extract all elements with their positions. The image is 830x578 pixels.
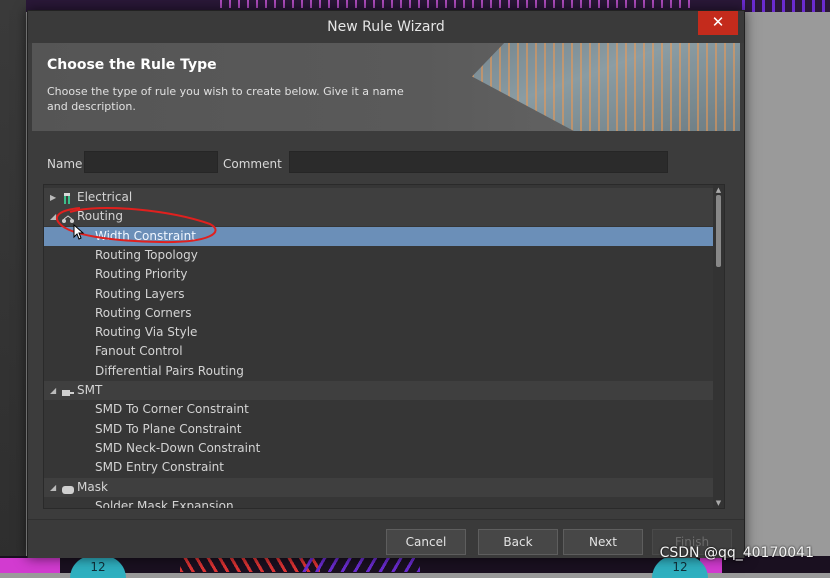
tree-item-routing-layers[interactable]: Routing Layers <box>44 285 713 304</box>
tree-item-label: Fanout Control <box>95 344 183 358</box>
expand-arrow-icon[interactable]: ▶ <box>50 188 56 207</box>
tree-item-routing-corners[interactable]: Routing Corners <box>44 304 713 323</box>
tree-item-label: Differential Pairs Routing <box>95 364 244 378</box>
name-label: Name <box>47 157 83 171</box>
page-heading: Choose the Rule Type <box>47 57 217 73</box>
mouse-cursor-icon <box>73 224 85 240</box>
smt-icon <box>61 385 74 396</box>
collapse-arrow-icon[interactable]: ◢ <box>50 478 56 497</box>
dialog-titlebar: New Rule Wizard ✕ <box>28 11 744 43</box>
name-input[interactable] <box>84 151 218 173</box>
tree-item-label: Routing Corners <box>95 306 192 320</box>
page-description: Choose the type of rule you wish to crea… <box>47 85 404 113</box>
new-rule-wizard-dialog: New Rule Wizard ✕ Choose the Rule Type C… <box>27 10 745 558</box>
tree-item-fanout-control[interactable]: Fanout Control <box>44 342 713 361</box>
tree-item-label: SMD To Plane Constraint <box>95 422 242 436</box>
routing-icon <box>61 211 74 223</box>
pcb-illustration <box>472 43 740 131</box>
tree-category-mask[interactable]: ◢ Mask <box>44 478 713 497</box>
close-icon: ✕ <box>711 13 725 31</box>
tree-item-label: Routing Layers <box>95 287 185 301</box>
tree-item-routing-topology[interactable]: Routing Topology <box>44 246 713 265</box>
tree-item-smd-neck-down-constraint[interactable]: SMD Neck-Down Constraint <box>44 439 713 458</box>
electrical-icon <box>61 192 73 204</box>
tree-item-label: Width Constraint <box>95 229 196 243</box>
tree-item-smd-to-corner-constraint[interactable]: SMD To Corner Constraint <box>44 400 713 419</box>
tree-item-differential-pairs-routing[interactable]: Differential Pairs Routing <box>44 362 713 381</box>
cancel-button[interactable]: Cancel <box>386 529 466 555</box>
tree-item-label: Solder Mask Expansion <box>95 499 234 509</box>
tree-item-label: SMD To Corner Constraint <box>95 402 249 416</box>
next-button[interactable]: Next <box>563 529 643 555</box>
tree-item-smd-entry-constraint[interactable]: SMD Entry Constraint <box>44 458 713 477</box>
tree-item-label: Routing Topology <box>95 248 198 262</box>
tree-item-label: Routing Via Style <box>95 325 198 339</box>
tree-category-smt[interactable]: ◢ SMT <box>44 381 713 400</box>
wizard-footer: Cancel Back Next Finish <box>28 519 744 558</box>
scroll-up-icon[interactable]: ▲ <box>713 185 724 195</box>
tree-item-label: SMD Entry Constraint <box>95 460 224 474</box>
tree-item-width-constraint[interactable]: Width Constraint <box>44 227 713 246</box>
tree-item-label: SMD Neck-Down Constraint <box>95 441 261 455</box>
close-button[interactable]: ✕ <box>698 11 738 35</box>
dialog-title: New Rule Wizard <box>327 19 445 35</box>
collapse-arrow-icon[interactable]: ◢ <box>50 207 56 226</box>
tree-category-routing[interactable]: ◢ Routing <box>44 207 713 226</box>
tree-item-smd-to-plane-constraint[interactable]: SMD To Plane Constraint <box>44 420 713 439</box>
tree-item-label: Routing Priority <box>95 267 188 281</box>
tree-category-label: SMT <box>77 383 103 397</box>
tree-item-routing-via-style[interactable]: Routing Via Style <box>44 323 713 342</box>
comment-label: Comment <box>223 157 282 171</box>
csdn-watermark: CSDN @qq_40170041 <box>659 545 814 561</box>
scrollbar-thumb[interactable] <box>716 195 721 267</box>
mask-icon <box>61 482 74 494</box>
back-button[interactable]: Back <box>478 529 558 555</box>
tree-scrollbar[interactable]: ▲ ▼ <box>713 185 724 508</box>
rule-type-tree[interactable]: ▶ Electrical ◢ Routing Width Constraint Routi… <box>43 184 725 509</box>
pcb-background-left <box>0 0 26 573</box>
pcb-background-stripes <box>742 0 830 12</box>
tree-category-label: Mask <box>77 480 108 494</box>
tree-item-routing-priority[interactable]: Routing Priority <box>44 265 713 284</box>
scroll-down-icon[interactable]: ▼ <box>713 498 724 508</box>
tree-category-electrical[interactable]: ▶ Electrical <box>44 188 713 207</box>
wizard-banner: Choose the Rule Type Choose the type of … <box>32 43 740 131</box>
comment-input[interactable] <box>289 151 668 173</box>
collapse-arrow-icon[interactable]: ◢ <box>50 381 56 400</box>
tree-item-solder-mask-expansion[interactable]: Solder Mask Expansion <box>44 497 713 509</box>
tree-category-label: Electrical <box>77 190 133 204</box>
